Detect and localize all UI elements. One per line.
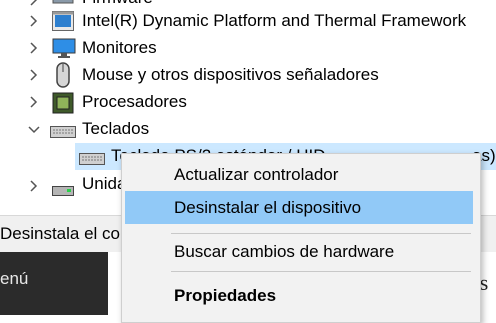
disk-icon — [52, 181, 74, 196]
menu-item-label: Buscar cambios de hardware — [174, 242, 395, 261]
chevron-right-icon[interactable] — [27, 41, 41, 55]
monitor-icon — [52, 38, 76, 58]
menu-separator — [171, 233, 471, 234]
device-icon — [52, 11, 74, 31]
menu-item-label: Propiedades — [174, 286, 277, 305]
tree-item-label[interactable]: Intel(R) Dynamic Platform and Thermal Fr… — [82, 11, 466, 31]
menu-item-label: Actualizar controlador — [174, 165, 339, 184]
chevron-right-icon[interactable] — [27, 0, 41, 7]
tree-item-label[interactable]: Monitores — [82, 38, 157, 58]
chevron-right-icon[interactable] — [27, 68, 41, 82]
tree-item-label[interactable]: Firmware — [82, 0, 153, 8]
menu-item-scan-hardware[interactable]: Buscar cambios de hardware — [125, 235, 473, 268]
context-menu: Actualizar controlador Desinstalar el di… — [121, 153, 481, 323]
dark-sidebar-panel: enú — [0, 252, 108, 315]
processor-icon — [52, 92, 74, 114]
chevron-right-icon[interactable] — [27, 179, 41, 193]
tree-item-label[interactable]: Teclados — [82, 119, 149, 139]
tree-item-label[interactable]: Procesadores — [82, 92, 187, 112]
firmware-icon — [52, 0, 74, 4]
mouse-icon — [56, 62, 70, 88]
chevron-right-icon[interactable] — [27, 14, 41, 28]
menu-item-update-driver[interactable]: Actualizar controlador — [125, 158, 473, 191]
menu-separator — [171, 271, 471, 272]
keyboard-icon — [50, 123, 76, 138]
menu-fragment-text: enú — [0, 269, 29, 288]
menu-item-uninstall-device[interactable]: Desinstalar el dispositivo — [125, 191, 473, 224]
chevron-down-icon[interactable] — [27, 123, 41, 137]
tree-item-label[interactable]: Mouse y otros dispositivos señaladores — [82, 65, 379, 85]
menu-item-label: Desinstalar el dispositivo — [174, 198, 362, 217]
menu-item-properties[interactable]: Propiedades — [125, 279, 473, 312]
keyboard-icon — [79, 150, 105, 165]
chevron-right-icon[interactable] — [27, 95, 41, 109]
